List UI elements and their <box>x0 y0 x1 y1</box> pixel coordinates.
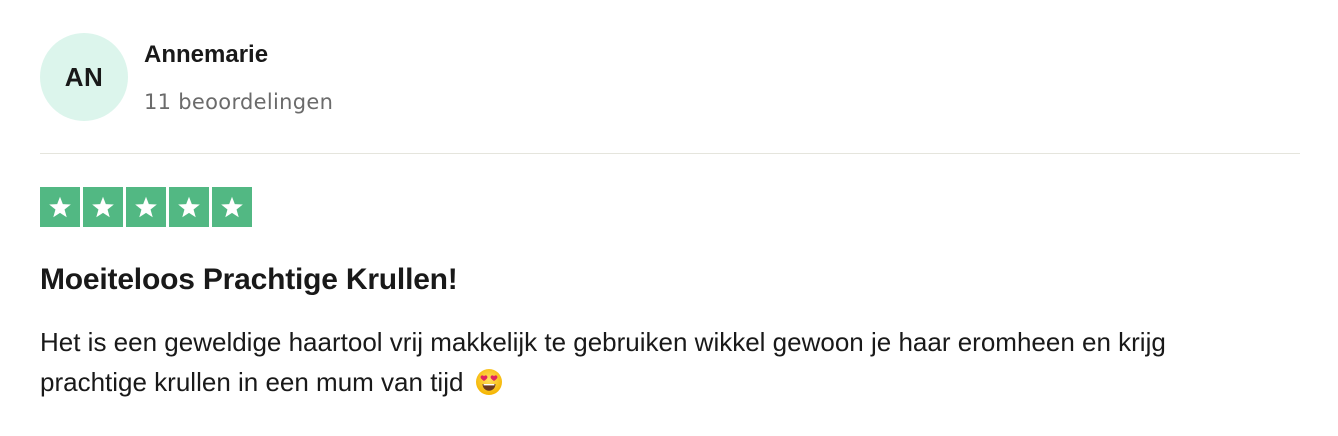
review-title[interactable]: Moeiteloos Prachtige Krullen! <box>40 262 458 298</box>
consumer-name[interactable]: Annemarie <box>144 41 333 69</box>
avatar[interactable]: AN <box>40 33 128 121</box>
consumer-details: Annemarie 11 beoordelingen <box>144 33 333 115</box>
divider <box>40 153 1300 154</box>
star-icon <box>126 187 166 227</box>
star-rating <box>40 187 252 227</box>
star-icon <box>212 187 252 227</box>
smiling-face-with-heart-eyes-icon <box>475 367 503 407</box>
star-icon <box>169 187 209 227</box>
consumer-review-count: 11 beoordelingen <box>144 90 334 114</box>
consumer-info[interactable]: AN Annemarie 11 beoordelingen <box>40 33 333 121</box>
avatar-initials: AN <box>64 61 104 92</box>
review-body-text: Het is een geweldige haartool vrij makke… <box>40 327 1166 397</box>
review-card: AN Annemarie 11 beoordelingen Moeiteloos… <box>0 0 1338 436</box>
star-icon <box>40 187 80 227</box>
star-icon <box>83 187 123 227</box>
review-body: Het is een geweldige haartool vrij makke… <box>40 322 1240 407</box>
